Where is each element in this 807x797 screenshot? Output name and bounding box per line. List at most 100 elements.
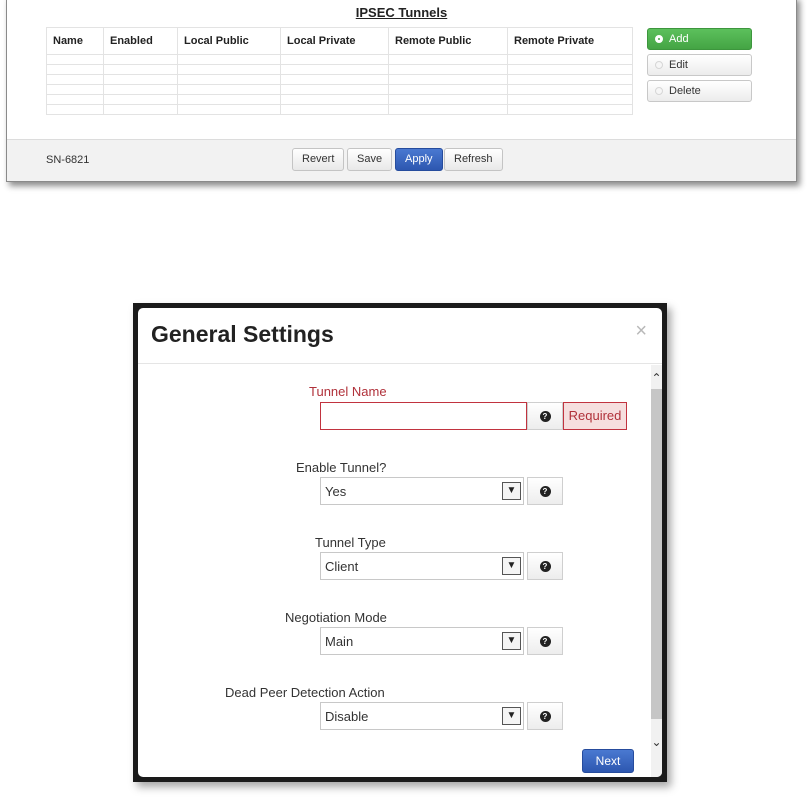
next-button[interactable]: Next [582, 749, 634, 773]
table-cell [177, 64, 281, 75]
add-button-label: Add [669, 33, 689, 45]
table-cell [103, 84, 178, 95]
delete-button[interactable]: Delete [647, 80, 752, 102]
edit-button[interactable]: Edit [647, 54, 752, 76]
column-header-remote-public[interactable]: Remote Public [388, 27, 508, 55]
dead-peer-detection-label: Dead Peer Detection Action [225, 685, 385, 700]
serial-number: SN-6821 [46, 154, 90, 166]
table-cell [46, 94, 104, 105]
tunnel-type-help-button[interactable]: ? [527, 552, 563, 580]
plus-circle-icon [655, 35, 663, 43]
apply-button[interactable]: Apply [395, 148, 443, 171]
question-icon: ? [539, 710, 551, 722]
modal-body: Tunnel Name ? Required Enable Tunnel? Ye… [138, 365, 651, 777]
table-cell [46, 64, 104, 75]
table-row[interactable] [46, 94, 633, 105]
dead-peer-detection-help-button[interactable]: ? [527, 702, 563, 730]
close-icon[interactable]: × [635, 320, 647, 343]
panel-title: IPSEC Tunnels [355, 5, 448, 20]
scroll-down-icon[interactable]: ⌄ [651, 733, 662, 751]
table-cell [388, 74, 508, 85]
table-cell [177, 74, 281, 85]
table-cell [103, 64, 178, 75]
enable-tunnel-select[interactable]: Yes ▼ [320, 477, 524, 505]
table-cell [177, 104, 281, 115]
chevron-down-icon: ▼ [502, 632, 521, 650]
delete-button-label: Delete [669, 85, 701, 97]
modal-header: General Settings × [138, 308, 662, 364]
footer-bar: SN-6821 Revert Save Apply Refresh [7, 139, 796, 181]
ipsec-tunnels-panel: IPSEC Tunnels Name Enabled Local Public … [6, 0, 797, 182]
tunnel-name-help-button[interactable]: ? [527, 402, 563, 430]
delete-icon [655, 87, 663, 95]
table-cell [388, 54, 508, 65]
negotiation-mode-help-button[interactable]: ? [527, 627, 563, 655]
required-badge: Required [563, 402, 627, 430]
tunnel-name-input[interactable] [320, 402, 527, 430]
tunnel-type-value: Client [325, 559, 359, 574]
table-cell [507, 54, 633, 65]
negotiation-mode-label: Negotiation Mode [285, 610, 387, 625]
scroll-up-icon[interactable]: ⌃ [651, 369, 662, 387]
table-cell [388, 104, 508, 115]
edit-icon [655, 61, 663, 69]
chevron-down-icon: ▼ [502, 707, 521, 725]
column-header-enabled[interactable]: Enabled [103, 27, 178, 55]
column-header-local-private[interactable]: Local Private [280, 27, 389, 55]
table-cell [280, 54, 389, 65]
table-row[interactable] [46, 104, 633, 115]
scrollbar-thumb[interactable] [651, 389, 662, 719]
table-cell [388, 84, 508, 95]
table-header-row: Name Enabled Local Public Local Private … [46, 27, 633, 55]
table-cell [103, 104, 178, 115]
table-cell [507, 94, 633, 105]
table-cell [388, 64, 508, 75]
dead-peer-detection-select[interactable]: Disable ▼ [320, 702, 524, 730]
enable-tunnel-help-button[interactable]: ? [527, 477, 563, 505]
tunnel-type-select[interactable]: Client ▼ [320, 552, 524, 580]
table-cell [507, 64, 633, 75]
table-cell [280, 84, 389, 95]
negotiation-mode-value: Main [325, 634, 354, 649]
enable-tunnel-value: Yes [325, 484, 347, 499]
table-cell [103, 54, 178, 65]
modal-scrollbar[interactable]: ⌃ ⌄ [651, 365, 662, 777]
table-cell [46, 104, 104, 115]
edit-button-label: Edit [669, 59, 688, 71]
table-cell [177, 54, 281, 65]
table-cell [46, 74, 104, 85]
table-row[interactable] [46, 74, 633, 85]
table-cell [507, 74, 633, 85]
modal-frame: General Settings × Tunnel Name ? Require… [133, 303, 667, 782]
negotiation-mode-select[interactable]: Main ▼ [320, 627, 524, 655]
chevron-down-icon: ▼ [502, 482, 521, 500]
general-settings-modal: General Settings × Tunnel Name ? Require… [138, 308, 662, 777]
question-icon: ? [539, 635, 551, 647]
enable-tunnel-label: Enable Tunnel? [296, 460, 387, 475]
table-row[interactable] [46, 54, 633, 65]
column-header-local-public[interactable]: Local Public [177, 27, 281, 55]
table-cell [280, 64, 389, 75]
table-cell [177, 84, 281, 95]
chevron-down-icon: ▼ [502, 557, 521, 575]
column-header-remote-private[interactable]: Remote Private [507, 27, 633, 55]
tunnels-table: Name Enabled Local Public Local Private … [46, 27, 633, 115]
table-cell [507, 104, 633, 115]
table-cell [177, 94, 281, 105]
table-row[interactable] [46, 64, 633, 75]
table-row[interactable] [46, 84, 633, 95]
table-cell [46, 54, 104, 65]
add-button[interactable]: Add [647, 28, 752, 50]
refresh-button[interactable]: Refresh [444, 148, 503, 171]
column-header-name[interactable]: Name [46, 27, 104, 55]
table-cell [103, 74, 178, 85]
save-button[interactable]: Save [347, 148, 393, 171]
table-cell [103, 94, 178, 105]
tunnel-type-label: Tunnel Type [315, 535, 386, 550]
table-cell [280, 94, 389, 105]
revert-button[interactable]: Revert [292, 148, 345, 171]
table-cell [46, 84, 104, 95]
tunnel-name-label: Tunnel Name [309, 384, 387, 399]
dead-peer-detection-value: Disable [325, 709, 369, 724]
table-cell [507, 84, 633, 95]
